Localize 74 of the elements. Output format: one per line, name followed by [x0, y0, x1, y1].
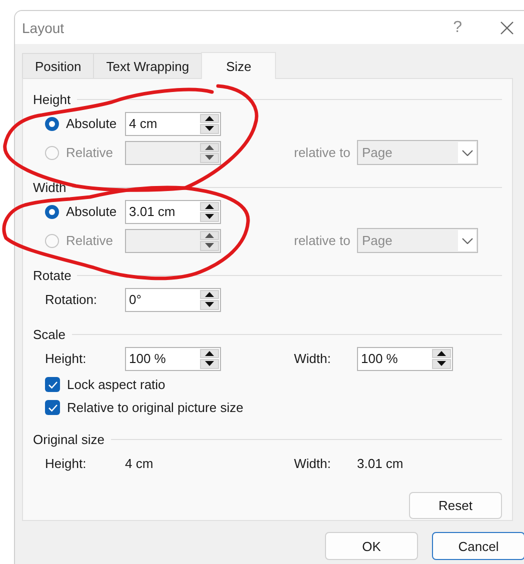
spin-down-button[interactable]	[200, 212, 219, 222]
down-arrow-icon	[205, 361, 214, 366]
field-label: relative to	[294, 233, 352, 248]
spin-up-button[interactable]	[200, 202, 219, 211]
tab[interactable]: Size	[201, 52, 276, 79]
section-heading: Width	[33, 180, 66, 194]
spin-up-button[interactable]	[200, 290, 219, 299]
radio-button[interactable]	[45, 204, 59, 218]
up-arrow-icon	[205, 232, 214, 238]
spin-field[interactable]: 4 cm	[125, 112, 221, 136]
close-icon[interactable]	[500, 20, 514, 34]
checkbox[interactable]	[45, 400, 60, 415]
dialog-button[interactable]: Cancel	[432, 532, 524, 560]
tab[interactable]: Text Wrapping	[93, 53, 202, 78]
spin-up-button[interactable]	[200, 230, 219, 240]
section-heading: Height	[33, 92, 71, 106]
info-label: Height:	[45, 456, 88, 471]
spin-up-button[interactable]	[200, 142, 219, 152]
dialog-button[interactable]: OK	[325, 532, 418, 560]
info-value: 3.01 cm	[357, 456, 404, 471]
down-arrow-icon	[205, 214, 214, 220]
window-title: Layout	[22, 20, 66, 36]
down-arrow-icon	[205, 302, 214, 308]
spin-field[interactable]: 100 %	[357, 346, 453, 370]
reset-button[interactable]: Reset	[409, 492, 502, 519]
field-value: 100 %	[360, 350, 399, 368]
spin-field[interactable]: 100 %	[125, 346, 221, 370]
checkbox-label: Relative to original picture size	[67, 400, 244, 415]
check-icon	[48, 404, 58, 412]
field-value: 4 cm	[128, 114, 158, 132]
spin-up-button[interactable]	[200, 348, 219, 358]
checkbox-label: Lock aspect ratio	[67, 377, 166, 392]
radio-label: Relative	[66, 145, 113, 160]
section-heading: Rotate	[33, 268, 72, 282]
field-value: 100 %	[128, 350, 167, 368]
field-value: 0°	[128, 290, 142, 308]
spin-down-button[interactable]	[200, 359, 219, 368]
section-heading: Scale	[33, 326, 66, 342]
spin-field[interactable]: 0°	[125, 288, 221, 312]
down-arrow-icon	[205, 243, 214, 248]
spin-up-button[interactable]	[200, 114, 219, 123]
checkbox[interactable]	[45, 377, 60, 392]
down-arrow-icon	[205, 126, 214, 132]
spin-down-button[interactable]	[200, 300, 219, 310]
up-arrow-icon	[205, 350, 214, 356]
up-arrow-icon	[205, 116, 214, 121]
chevron-icon	[458, 230, 476, 251]
info-label: Width:	[294, 456, 332, 471]
check-icon	[48, 380, 58, 388]
up-arrow-icon	[205, 204, 214, 209]
field-label: Rotation:	[45, 292, 98, 307]
spin-down-button[interactable]	[200, 124, 219, 134]
section-heading: Original size	[33, 432, 105, 446]
field-label: relative to	[294, 145, 352, 160]
up-arrow-icon	[205, 292, 214, 297]
field-label: Height:	[45, 351, 88, 366]
spin-field[interactable]	[125, 140, 221, 164]
spin-field[interactable]: 3.01 cm	[125, 200, 221, 224]
up-arrow-icon	[205, 144, 214, 150]
info-value: 4 cm	[125, 456, 154, 471]
field-label: Width:	[294, 351, 332, 366]
up-arrow-icon	[437, 350, 446, 356]
radio-label: Relative	[66, 233, 113, 248]
radio-button[interactable]	[45, 116, 59, 130]
radio-label: Absolute	[66, 204, 117, 219]
field-value: 3.01 cm	[128, 202, 176, 220]
chevron-icon	[458, 142, 476, 163]
spin-down-button[interactable]	[432, 359, 451, 368]
down-arrow-icon	[205, 155, 214, 160]
radio-label: Absolute	[66, 116, 117, 131]
down-arrow-icon	[437, 361, 446, 366]
spin-up-button[interactable]	[432, 348, 451, 358]
spin-field[interactable]	[125, 228, 221, 252]
tab[interactable]: Position	[22, 53, 94, 78]
